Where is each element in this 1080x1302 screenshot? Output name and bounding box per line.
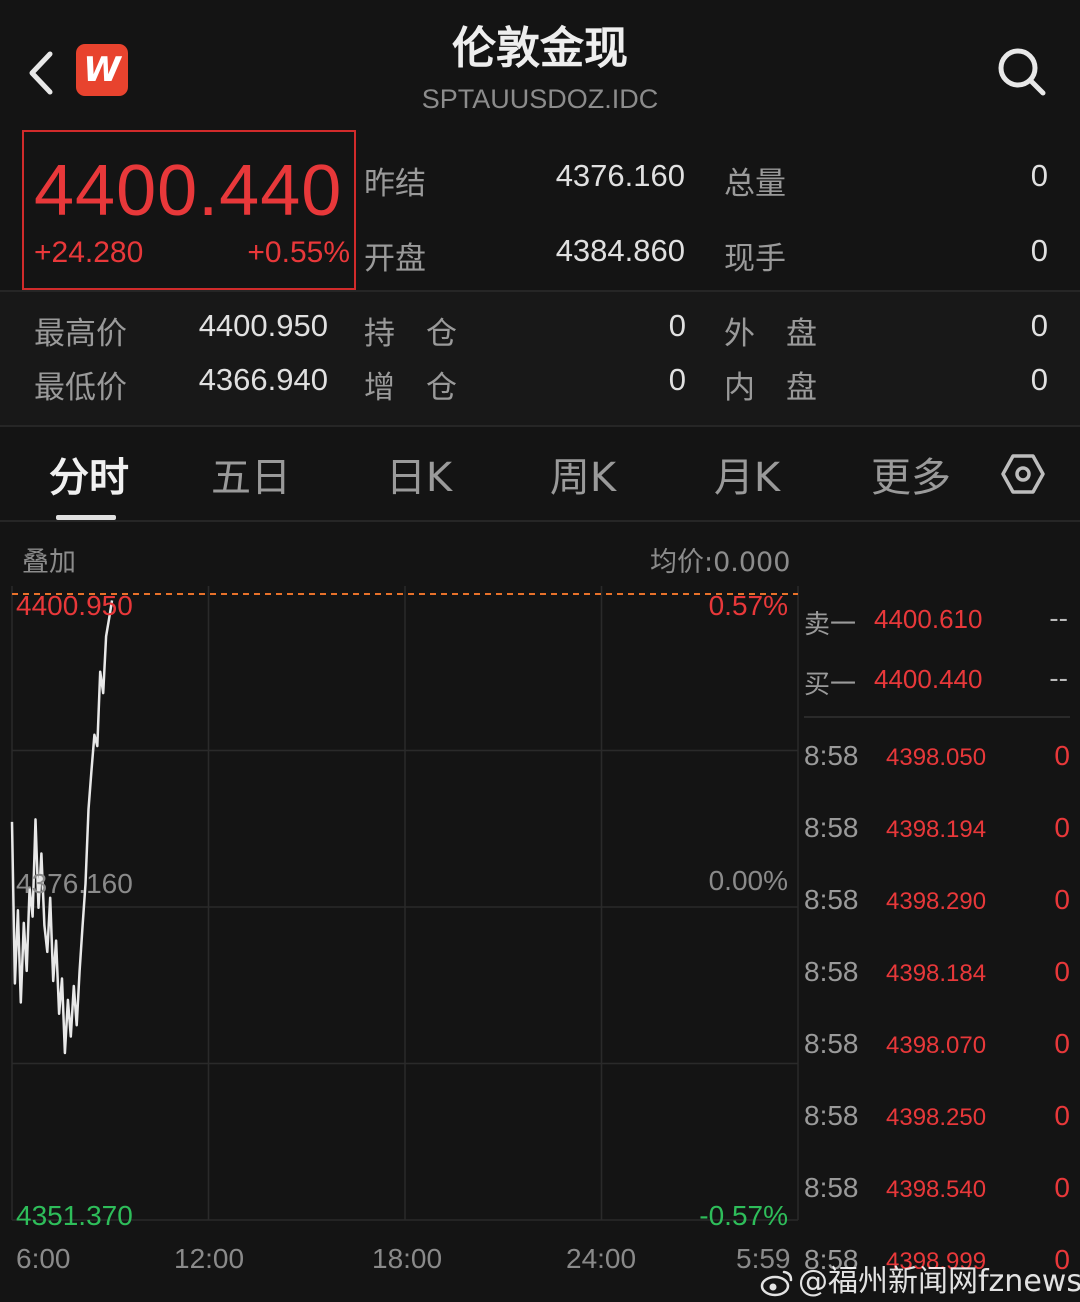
price-series-line [10, 600, 114, 1055]
tab-more[interactable]: 更多 [866, 445, 956, 503]
tick-row: 8:58 4398.540 0 [800, 1172, 1080, 1244]
tick-time: 8:58 [804, 812, 859, 843]
chart-period-tabs: 分时 五日 日K 周K 月K 更多 [0, 427, 1080, 521]
tick-row: 8:58 4398.250 0 [800, 1100, 1080, 1172]
current-hand-value: 0 [1030, 233, 1048, 268]
tick-time: 8:58 [804, 1100, 859, 1131]
x-axis-label: 18:00 [372, 1243, 443, 1274]
average-price-label: 均价:0.000 [650, 547, 791, 578]
tick-volume: 0 [1054, 740, 1070, 771]
add-position-label: 增 仓 [364, 370, 457, 406]
bid-volume: -- [1049, 664, 1068, 694]
high-label: 最高价 [34, 316, 127, 352]
ask-label: 卖一 [804, 610, 857, 640]
x-axis-label: 6:00 [16, 1243, 71, 1274]
tab-daily-k[interactable]: 日K [374, 445, 464, 503]
current-price: 4400.440 [34, 151, 343, 231]
tick-time: 8:58 [804, 956, 859, 987]
tick-price: 4398.184 [886, 960, 987, 987]
outer-label: 外 盘 [724, 316, 817, 352]
tick-row: 8:58 4398.184 0 [800, 956, 1080, 1028]
tick-price: 4398.250 [886, 1104, 987, 1131]
price-panel: 4400.440 +24.280 +0.55% [22, 130, 356, 290]
ask-row: 卖一 4400.610 -- [800, 590, 1080, 650]
tick-price: 4398.050 [886, 744, 987, 771]
tick-price: 4398.070 [886, 1032, 987, 1059]
tick-volume: 0 [1054, 1172, 1070, 1203]
inner-value: 0 [1030, 362, 1048, 397]
top-bar: W 伦敦金现 SPTAUUSDOZ.IDC [0, 0, 1080, 130]
tick-volume: 0 [1054, 1100, 1070, 1131]
tab-monthly-k[interactable]: 月K [702, 445, 792, 503]
ask-price: 4400.610 [874, 604, 983, 634]
y-axis-top-label: 4400.950 [16, 590, 133, 621]
prev-settle-label: 昨结 [364, 166, 426, 202]
tick-volume: 0 [1054, 1028, 1070, 1059]
watermark-text: @福州新闻网fznews [798, 1264, 1080, 1299]
tick-volume: 0 [1054, 956, 1070, 987]
tick-row: 8:58 4398.070 0 [800, 1028, 1080, 1100]
instrument-code: SPTAUUSDOZ.IDC [421, 84, 659, 114]
tick-price: 4398.290 [886, 888, 987, 915]
x-axis-label: 12:00 [174, 1243, 245, 1274]
divider [0, 520, 1080, 522]
x-axis-label: 24:00 [566, 1243, 637, 1274]
current-hand-label: 现手 [724, 241, 786, 277]
tick-time: 8:58 [804, 1172, 859, 1203]
volume-value: 0 [1030, 158, 1048, 193]
tick-row: 8:58 4398.050 0 [800, 740, 1080, 812]
page-title: 伦敦金现 [452, 23, 628, 74]
y-axis-bottom-label: 4351.370 [16, 1200, 133, 1231]
chart-grid [11, 586, 799, 1221]
tick-price: 4398.194 [886, 816, 987, 843]
stats-band [0, 292, 1080, 426]
high-value: 4400.950 [198, 308, 328, 343]
bid-price: 4400.440 [874, 664, 983, 694]
inner-label: 内 盘 [724, 370, 817, 406]
search-button[interactable] [994, 44, 1050, 100]
pct-axis-top-label: 0.57% [708, 590, 788, 621]
tick-time: 8:58 [804, 1028, 859, 1059]
add-position-value: 0 [668, 362, 686, 397]
tick-volume: 0 [1054, 884, 1070, 915]
open-value: 4384.860 [555, 233, 685, 268]
open-label: 开盘 [364, 241, 426, 277]
prev-settle-value: 4376.160 [555, 158, 685, 193]
watermark: @福州新闻网fznews [760, 1256, 1080, 1300]
overlay-button[interactable]: 叠加 [22, 540, 76, 579]
chart-settings-button[interactable] [1000, 451, 1046, 497]
divider [804, 716, 1070, 718]
pct-axis-bottom-label: -0.57% [699, 1200, 788, 1231]
price-change-percent: +0.55% [247, 236, 350, 269]
search-icon [998, 48, 1046, 96]
low-value: 4366.940 [198, 362, 328, 397]
tick-row: 8:58 4398.290 0 [800, 884, 1080, 956]
tick-volume: 0 [1054, 812, 1070, 843]
position-value: 0 [668, 308, 686, 343]
volume-label: 总量 [724, 166, 786, 202]
tick-time: 8:58 [804, 740, 859, 771]
tick-price: 4398.540 [886, 1176, 987, 1203]
tab-weekly-k[interactable]: 周K [538, 445, 628, 503]
weibo-icon [760, 1270, 793, 1296]
bid-row: 买一 4400.440 -- [800, 650, 1080, 710]
settings-hexagon-icon [1001, 454, 1045, 494]
tab-five-day[interactable]: 五日 [206, 445, 296, 503]
ask-volume: -- [1049, 604, 1068, 634]
tick-time: 8:58 [804, 884, 859, 915]
low-label: 最低价 [34, 370, 127, 406]
tab-intraday[interactable]: 分时 [44, 445, 134, 503]
tick-row: 8:58 4398.194 0 [800, 812, 1080, 884]
outer-value: 0 [1030, 308, 1048, 343]
price-change: +24.280 [34, 236, 144, 269]
bid-label: 买一 [804, 670, 857, 700]
y-axis-mid-label: 4376.160 [16, 868, 133, 899]
pct-axis-mid-label: 0.00% [708, 865, 788, 896]
position-label: 持 仓 [364, 316, 457, 352]
